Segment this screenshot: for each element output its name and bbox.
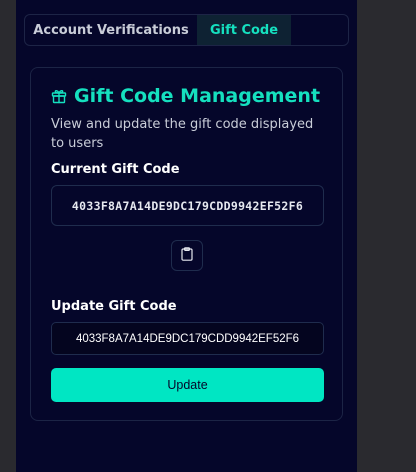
gift-icon bbox=[51, 88, 67, 104]
copy-code-button[interactable] bbox=[171, 240, 203, 271]
card-title: Gift Code Management bbox=[74, 85, 321, 107]
tab-bar: Account Verifications Gift Code bbox=[24, 14, 349, 46]
tab-account-verifications[interactable]: Account Verifications bbox=[25, 15, 197, 45]
current-gift-code-display: 4033F8A7A14DE9DC179CDD9942EF52F6 bbox=[51, 185, 324, 226]
update-gift-code-label: Update Gift Code bbox=[51, 299, 177, 314]
card-header: Gift Code Management bbox=[51, 85, 320, 107]
update-button[interactable]: Update bbox=[51, 368, 324, 402]
gift-code-card: Gift Code Management View and update the… bbox=[30, 67, 343, 421]
tab-gift-code[interactable]: Gift Code bbox=[197, 15, 291, 45]
card-description: View and update the gift code displayed … bbox=[51, 117, 314, 151]
current-gift-code-label: Current Gift Code bbox=[51, 162, 180, 177]
clipboard-icon bbox=[181, 246, 193, 265]
update-gift-code-input[interactable] bbox=[51, 322, 324, 355]
